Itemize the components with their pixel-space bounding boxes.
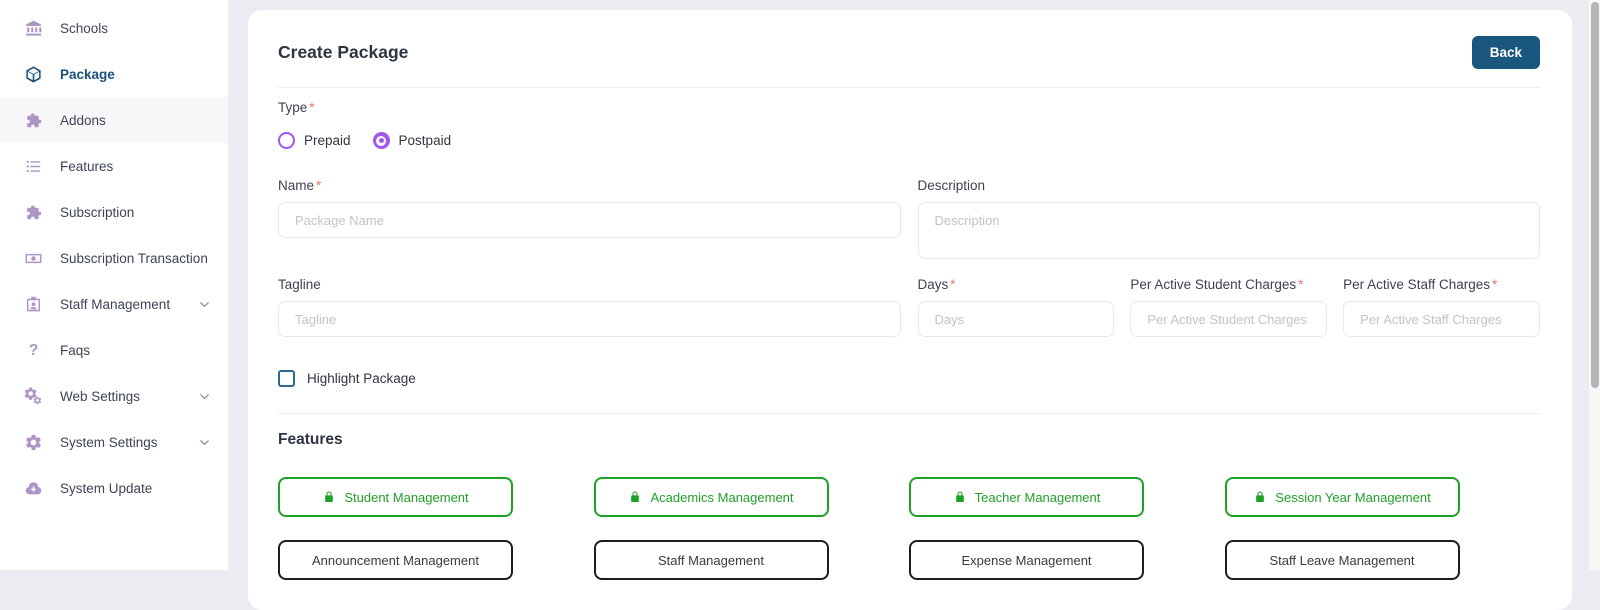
- required-asterisk: *: [1492, 277, 1497, 292]
- per-active-staff-charges-label: Per Active Staff Charges*: [1343, 277, 1540, 292]
- tagline-field: Tagline: [278, 277, 901, 337]
- feature-teacher-management[interactable]: Teacher Management: [909, 477, 1144, 517]
- sidebar-item-system-update[interactable]: System Update: [0, 465, 228, 511]
- sidebar-item-web-settings[interactable]: Web Settings: [0, 373, 228, 419]
- features-grid: Student Management Academics Management …: [278, 477, 1540, 580]
- per-active-staff-charges-input[interactable]: [1343, 301, 1540, 337]
- package-icon: [24, 65, 43, 84]
- feature-staff-management[interactable]: Staff Management: [594, 540, 829, 580]
- days-input[interactable]: [918, 301, 1115, 337]
- page-title: Create Package: [278, 42, 408, 63]
- description-field: Description: [918, 178, 1541, 264]
- type-field: Type* Prepaid Postpaid: [278, 100, 1540, 149]
- days-label: Days*: [918, 277, 1115, 292]
- lock-icon: [953, 490, 967, 504]
- required-asterisk: *: [950, 277, 955, 292]
- sidebar-item-subscription[interactable]: Subscription: [0, 189, 228, 235]
- feature-academics-management[interactable]: Academics Management: [594, 477, 829, 517]
- form-row-1: Name* Description: [278, 178, 1540, 264]
- form-row-2: Tagline Days* Per Active Student Charges…: [278, 277, 1540, 337]
- cloud-download-icon: [24, 479, 43, 498]
- chevron-down-icon: [197, 389, 212, 404]
- per-active-staff-charges-field: Per Active Staff Charges*: [1343, 277, 1540, 337]
- type-radio-postpaid[interactable]: Postpaid: [373, 132, 452, 149]
- type-radio-group: Prepaid Postpaid: [278, 132, 1540, 149]
- feature-expense-management[interactable]: Expense Management: [909, 540, 1144, 580]
- sidebar-item-faqs[interactable]: ? Faqs: [0, 327, 228, 373]
- feature-announcement-management[interactable]: Announcement Management: [278, 540, 513, 580]
- feature-session-year-management[interactable]: Session Year Management: [1225, 477, 1460, 517]
- type-radio-prepaid[interactable]: Prepaid: [278, 132, 351, 149]
- charges-row: Days* Per Active Student Charges* Per Ac…: [918, 277, 1541, 337]
- tagline-input[interactable]: [278, 301, 901, 337]
- days-field: Days*: [918, 277, 1115, 337]
- tagline-label: Tagline: [278, 277, 901, 292]
- gear-icon: [24, 433, 43, 452]
- list-icon: [24, 157, 43, 176]
- description-input[interactable]: [918, 202, 1541, 259]
- create-package-card: Create Package Back Type* Prepaid Postpa…: [248, 10, 1572, 610]
- id-badge-icon: [24, 295, 43, 314]
- description-label: Description: [918, 178, 1541, 193]
- per-active-student-charges-input[interactable]: [1130, 301, 1327, 337]
- name-input[interactable]: [278, 202, 901, 238]
- feature-student-management[interactable]: Student Management: [278, 477, 513, 517]
- highlight-package-label: Highlight Package: [307, 371, 416, 386]
- lock-icon: [628, 490, 642, 504]
- required-asterisk: *: [1298, 277, 1303, 292]
- required-asterisk: *: [309, 100, 314, 115]
- sidebar-item-schools[interactable]: Schools: [0, 5, 228, 51]
- chevron-down-icon: [197, 435, 212, 450]
- card-header: Create Package Back: [278, 36, 1540, 88]
- scrollbar-thumb[interactable]: [1591, 2, 1599, 388]
- per-active-student-charges-field: Per Active Student Charges*: [1130, 277, 1327, 337]
- back-button[interactable]: Back: [1472, 36, 1540, 69]
- banknote-icon: [24, 249, 43, 268]
- lock-icon: [1253, 490, 1267, 504]
- radio-icon: [373, 132, 390, 149]
- per-active-student-charges-label: Per Active Student Charges*: [1130, 277, 1327, 292]
- name-label: Name*: [278, 178, 901, 193]
- puzzle-icon: [24, 203, 43, 222]
- gears-icon: [24, 387, 43, 406]
- sidebar-item-system-settings[interactable]: System Settings: [0, 419, 228, 465]
- features-title: Features: [278, 431, 1540, 449]
- sidebar-item-staff-management[interactable]: Staff Management: [0, 281, 228, 327]
- bank-icon: [24, 19, 43, 38]
- lock-icon: [322, 490, 336, 504]
- question-icon: ?: [24, 341, 43, 360]
- required-asterisk: *: [316, 178, 321, 193]
- sidebar-item-package[interactable]: Package: [0, 51, 228, 97]
- name-field: Name*: [278, 178, 901, 264]
- scrollbar-track: [1589, 0, 1600, 570]
- sidebar-item-subscription-transaction[interactable]: Subscription Transaction: [0, 235, 228, 281]
- radio-icon: [278, 132, 295, 149]
- highlight-package-checkbox[interactable]: Highlight Package: [278, 370, 1540, 387]
- feature-staff-leave-management[interactable]: Staff Leave Management: [1225, 540, 1460, 580]
- checkbox-icon: [278, 370, 295, 387]
- sidebar-item-addons[interactable]: Addons: [0, 97, 228, 143]
- sidebar: Schools Package Addons Features Subscrip…: [0, 0, 228, 570]
- chevron-down-icon: [197, 297, 212, 312]
- puzzle-icon: [24, 111, 43, 130]
- type-label: Type*: [278, 100, 1540, 115]
- sidebar-item-features[interactable]: Features: [0, 143, 228, 189]
- section-divider: [278, 413, 1540, 414]
